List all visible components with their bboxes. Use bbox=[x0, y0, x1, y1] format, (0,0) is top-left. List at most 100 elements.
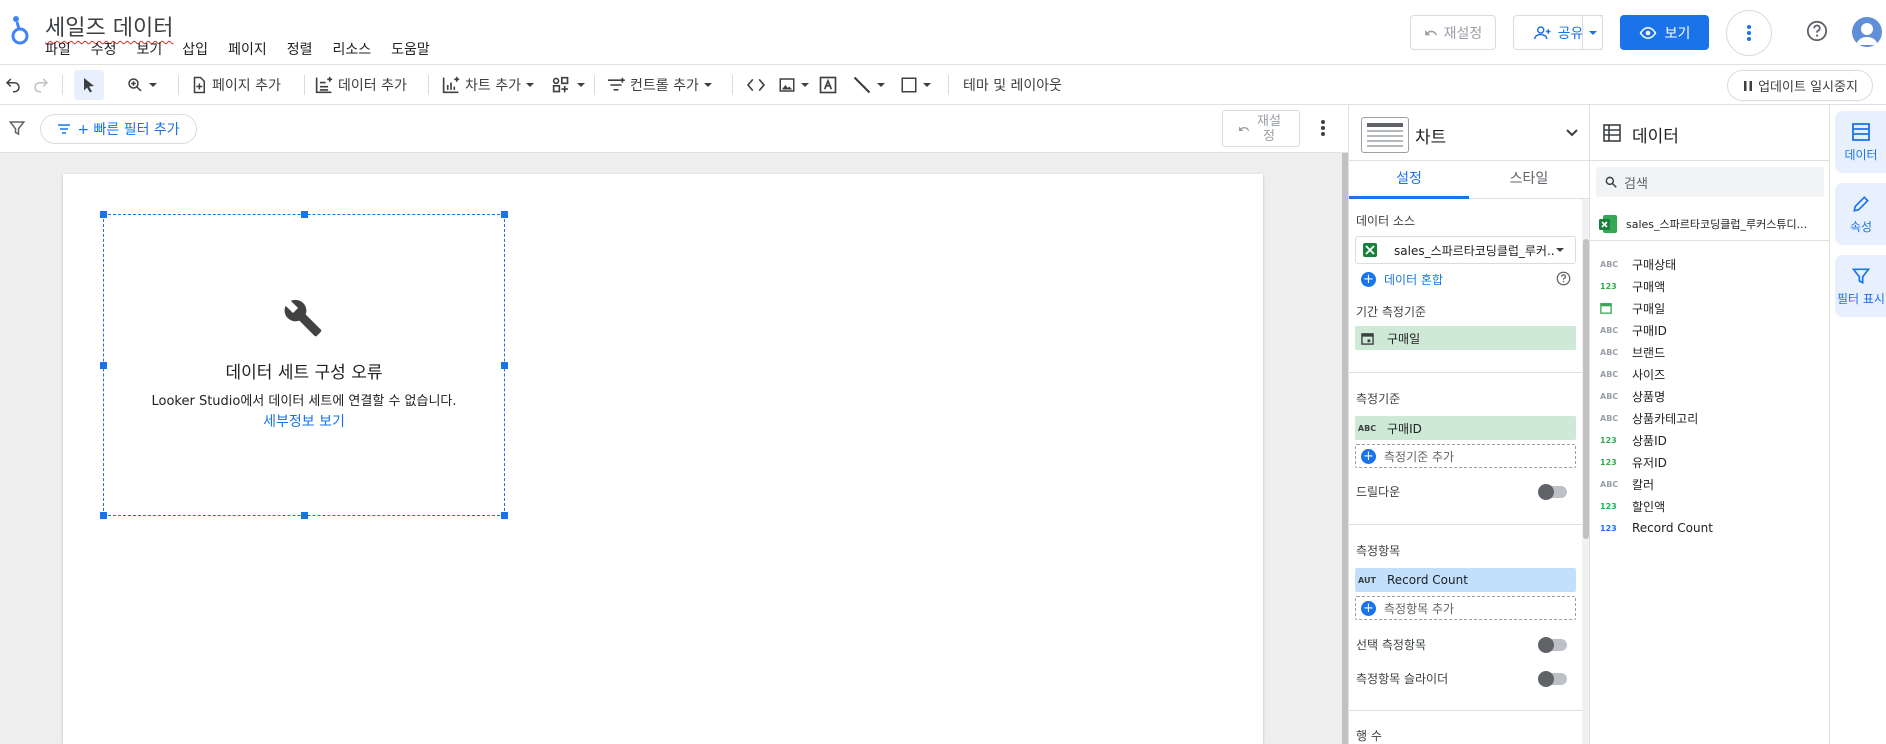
text-type-icon: ABC bbox=[1600, 347, 1619, 357]
components-icon bbox=[550, 76, 572, 94]
field-row[interactable]: 123 유저ID bbox=[1590, 451, 1830, 473]
menu-resource[interactable]: 리소스 bbox=[322, 40, 381, 60]
menu-page[interactable]: 페이지 bbox=[218, 40, 277, 60]
field-row[interactable]: 123 구매액 bbox=[1590, 275, 1830, 297]
more-vert-icon[interactable] bbox=[1320, 119, 1326, 137]
filter-list-icon bbox=[57, 123, 71, 135]
field-name: 유저ID bbox=[1632, 455, 1667, 470]
field-row[interactable]: ABC 칼러 bbox=[1590, 473, 1830, 495]
data-search-input[interactable]: 검색 bbox=[1596, 167, 1824, 197]
field-row[interactable]: 123 상품ID bbox=[1590, 429, 1830, 451]
resize-handle[interactable] bbox=[301, 512, 308, 519]
resize-handle[interactable] bbox=[501, 512, 508, 519]
rail-filter-button[interactable]: 필터 표시 bbox=[1835, 255, 1886, 317]
undo-button[interactable] bbox=[4, 65, 22, 105]
field-name: 상품ID bbox=[1632, 433, 1667, 448]
reset-button[interactable]: 재설정 bbox=[1410, 15, 1496, 50]
add-data-button[interactable]: 데이터 추가 bbox=[314, 65, 407, 105]
field-row[interactable]: 123 Record Count bbox=[1590, 517, 1830, 539]
date-range-chip[interactable]: 구매일 bbox=[1355, 326, 1576, 350]
data-source-select[interactable]: sales_스파르타코딩클럽_루커... bbox=[1355, 236, 1576, 264]
add-metric-button[interactable]: + 측정항목 추가 bbox=[1355, 596, 1576, 620]
menu-arrange[interactable]: 정렬 bbox=[277, 40, 323, 60]
line-button[interactable] bbox=[852, 65, 886, 105]
pause-updates-button[interactable]: 업데이트 일시중지 bbox=[1727, 70, 1873, 101]
looker-studio-logo-icon[interactable] bbox=[8, 14, 34, 48]
code-icon bbox=[746, 77, 766, 93]
add-chart-button[interactable]: 차트 추가 bbox=[441, 65, 535, 105]
data-panel-header: 데이터 bbox=[1590, 105, 1830, 161]
toolbar-divider bbox=[732, 75, 733, 95]
view-button[interactable]: 보기 bbox=[1620, 15, 1709, 50]
number-type-icon: 123 bbox=[1600, 523, 1617, 533]
dimension-field: 구매ID bbox=[1387, 421, 1422, 436]
field-row[interactable]: 123 할인액 bbox=[1590, 495, 1830, 517]
caret-down-icon bbox=[876, 80, 886, 90]
more-vert-icon bbox=[1746, 24, 1752, 42]
resize-handle[interactable] bbox=[100, 211, 107, 218]
redo-button[interactable] bbox=[32, 65, 50, 105]
field-row[interactable]: ABC 상품카테고리 bbox=[1590, 407, 1830, 429]
optional-metrics-label: 선택 측정항목 bbox=[1356, 638, 1427, 652]
blend-data-button[interactable]: + 데이터 혼합 bbox=[1361, 271, 1443, 288]
add-control-label: 컨트롤 추가 bbox=[630, 78, 699, 94]
data-source-row[interactable]: sales_스파르타코딩클럽_루커스튜디... bbox=[1590, 207, 1830, 241]
text-box-icon bbox=[818, 75, 838, 95]
resize-handle[interactable] bbox=[501, 211, 508, 218]
field-row[interactable]: ABC 상품명 bbox=[1590, 385, 1830, 407]
undo-icon bbox=[4, 76, 22, 94]
rail-data-label: 데이터 bbox=[1844, 147, 1878, 162]
metric-slider-toggle[interactable] bbox=[1538, 671, 1567, 687]
select-tool-button[interactable] bbox=[74, 70, 104, 100]
field-row[interactable]: ABC 브랜드 bbox=[1590, 341, 1830, 363]
text-box-button[interactable] bbox=[818, 65, 838, 105]
menu-help[interactable]: 도움말 bbox=[381, 40, 440, 60]
field-name: Record Count bbox=[1632, 521, 1713, 535]
field-row[interactable]: ABC 구매상태 bbox=[1590, 253, 1830, 275]
add-dimension-button[interactable]: + 측정기준 추가 bbox=[1355, 444, 1576, 468]
chart-type-header[interactable]: 차트 bbox=[1349, 105, 1590, 161]
menu-insert[interactable]: 삽입 bbox=[172, 40, 218, 60]
field-row[interactable]: ABC 구매ID bbox=[1590, 319, 1830, 341]
menu-view[interactable]: 보기 bbox=[127, 40, 173, 60]
shape-button[interactable] bbox=[900, 65, 932, 105]
chevron-down-icon[interactable] bbox=[1564, 125, 1580, 141]
metric-chip[interactable]: AUT Record Count bbox=[1355, 568, 1576, 592]
help-icon[interactable] bbox=[1556, 271, 1571, 286]
image-button[interactable] bbox=[778, 65, 810, 105]
theme-layout-label: 테마 및 레이아웃 bbox=[963, 78, 1063, 94]
theme-layout-button[interactable]: 테마 및 레이아웃 bbox=[963, 65, 1062, 105]
tab-setup[interactable]: 설정 bbox=[1349, 161, 1469, 199]
dimension-chip[interactable]: ABC 구매ID bbox=[1355, 416, 1576, 440]
help-icon[interactable] bbox=[1806, 20, 1828, 42]
menu-file[interactable]: 파일 bbox=[45, 40, 81, 60]
number-type-icon: 123 bbox=[1600, 501, 1617, 511]
tab-style[interactable]: 스타일 bbox=[1469, 161, 1589, 199]
quick-filter-button[interactable]: + 빠른 필터 추가 bbox=[40, 114, 197, 144]
add-page-button[interactable]: 페이지 추가 bbox=[190, 65, 281, 105]
drilldown-toggle[interactable] bbox=[1538, 484, 1567, 500]
rail-data-button[interactable]: 데이터 bbox=[1835, 111, 1886, 173]
field-row[interactable]: 구매일 bbox=[1590, 297, 1830, 319]
embed-code-button[interactable] bbox=[746, 65, 766, 105]
document-title[interactable]: 세일즈 데이터 bbox=[45, 10, 173, 42]
field-name: 상품명 bbox=[1632, 389, 1666, 404]
field-name: 구매상태 bbox=[1632, 257, 1677, 272]
view-details-link[interactable]: 세부정보 보기 bbox=[103, 411, 505, 431]
zoom-button[interactable] bbox=[126, 65, 158, 105]
share-dropdown-button[interactable] bbox=[1582, 15, 1603, 50]
field-row[interactable]: ABC 사이즈 bbox=[1590, 363, 1830, 385]
add-control-button[interactable]: 컨트롤 추가 bbox=[606, 65, 713, 105]
add-component-button[interactable] bbox=[550, 65, 586, 105]
add-chart-label: 차트 추가 bbox=[465, 78, 521, 94]
more-options-button[interactable] bbox=[1726, 10, 1772, 56]
resize-handle[interactable] bbox=[100, 512, 107, 519]
data-source-name: sales_스파르타코딩클럽_루커스튜디... bbox=[1626, 217, 1808, 231]
optional-metrics-toggle[interactable] bbox=[1538, 637, 1567, 653]
rail-properties-button[interactable]: 속성 bbox=[1835, 183, 1886, 245]
avatar[interactable] bbox=[1852, 17, 1882, 47]
menu-edit[interactable]: 수정 bbox=[81, 40, 127, 60]
resize-handle[interactable] bbox=[301, 211, 308, 218]
reset-filter-button[interactable]: 재설 정 bbox=[1222, 110, 1300, 147]
filter-icon[interactable] bbox=[8, 119, 26, 137]
